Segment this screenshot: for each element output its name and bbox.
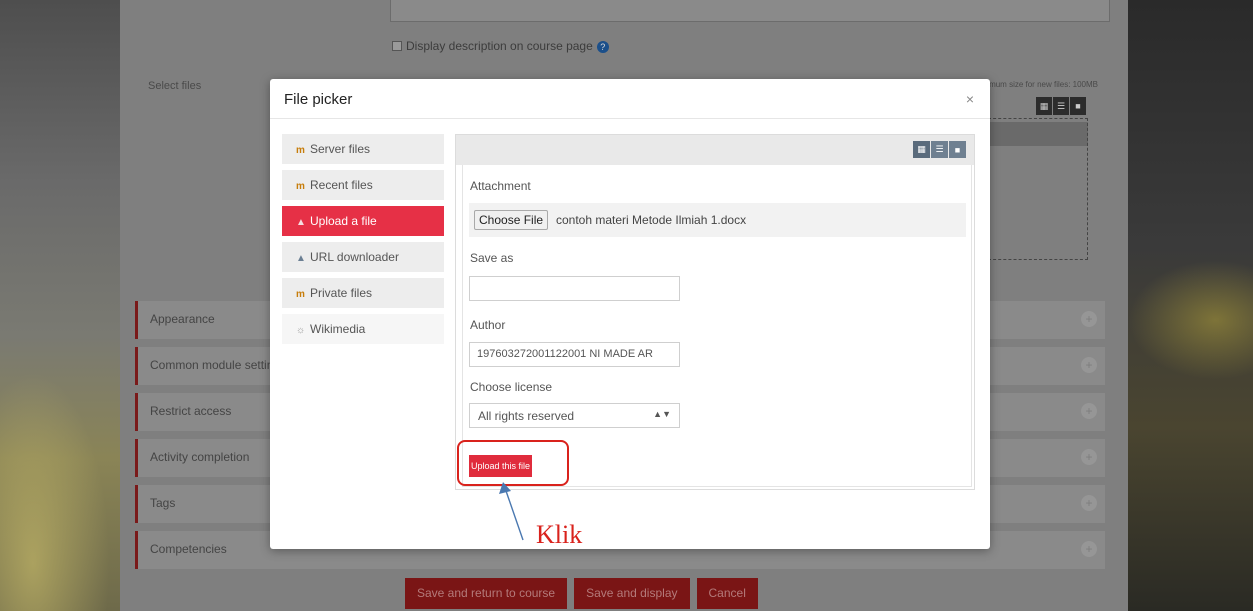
license-selected-value: All rights reserved: [478, 409, 575, 423]
max-size-text: Maximum size for new files: 100MB: [972, 80, 1098, 89]
annotation-highlight-box: [457, 440, 569, 486]
repo-label: Upload a file: [310, 214, 377, 228]
moodle-icon: m: [296, 181, 305, 192]
repo-private-files[interactable]: m Private files: [282, 278, 444, 308]
wikimedia-icon: ☼: [296, 325, 306, 336]
form-actions: Save and return to course Save and displ…: [405, 578, 758, 609]
folder-view-icon[interactable]: ■: [949, 141, 966, 158]
repo-recent-files[interactable]: m Recent files: [282, 170, 444, 200]
chevron-updown-icon: ▲▼: [653, 409, 671, 419]
close-icon[interactable]: ×: [966, 91, 974, 107]
list-view-icon[interactable]: ☰: [931, 141, 948, 158]
expand-icon: +: [1081, 495, 1097, 511]
repository-list: m Server files m Recent files ▲ Upload a fi…: [282, 134, 444, 350]
background-photo-right: [1128, 0, 1253, 611]
repo-label: URL downloader: [310, 250, 399, 264]
upload-form: Attachment Choose File contoh materi Met…: [462, 165, 972, 487]
dialog-header: File picker: [270, 79, 990, 119]
description-textarea: [390, 0, 1110, 22]
file-input-row: Choose File contoh materi Metode Ilmiah …: [469, 203, 966, 237]
upload-panel: ▦ ☰ ■ Attachment Choose File contoh mate…: [455, 134, 975, 490]
filemanager-view-buttons: ▦ ☰ ■: [1036, 97, 1086, 115]
repo-label: Server files: [310, 142, 371, 156]
annotation-arrow-icon: [499, 482, 524, 541]
moodle-icon: m: [296, 145, 305, 156]
choose-file-button[interactable]: Choose File: [474, 210, 549, 230]
icons-view-icon[interactable]: ▦: [913, 141, 930, 158]
annotation-label: Klik: [536, 520, 583, 549]
list-view-icon: ☰: [1053, 97, 1069, 115]
expand-icon: +: [1081, 541, 1097, 557]
expand-icon: +: [1081, 357, 1097, 373]
save-display-button: Save and display: [574, 578, 690, 609]
panel-toolbar: ▦ ☰ ■: [456, 135, 974, 165]
section-label: Common module settings: [150, 358, 287, 372]
license-select[interactable]: All rights reserved ▲▼: [469, 403, 680, 428]
save-as-input[interactable]: [469, 276, 680, 301]
author-input[interactable]: 197603272001122001 NI MADE AR: [469, 342, 680, 367]
section-label: Restrict access: [150, 404, 232, 418]
expand-icon: +: [1081, 311, 1097, 327]
file-picker-dialog: File picker × m Server files m Recent file…: [270, 79, 990, 549]
section-label: Appearance: [150, 312, 215, 326]
repo-label: Private files: [310, 286, 373, 300]
save-return-button: Save and return to course: [405, 578, 568, 609]
repo-label: Recent files: [310, 178, 373, 192]
repo-url-downloader[interactable]: ▲ URL downloader: [282, 242, 444, 272]
checkbox: [392, 41, 402, 51]
upload-icon: ▲: [296, 217, 306, 228]
select-files-label: Select files: [148, 80, 202, 92]
url-icon: ▲: [296, 253, 306, 264]
section-label: Competencies: [150, 542, 227, 556]
repo-wikimedia[interactable]: ☼ Wikimedia: [282, 314, 444, 344]
repo-label: Wikimedia: [310, 322, 366, 336]
icons-view-icon: ▦: [1036, 97, 1052, 115]
view-switcher: ▦ ☰ ■: [913, 141, 966, 158]
expand-icon: +: [1081, 449, 1097, 465]
folder-icon: ■: [1070, 97, 1086, 115]
license-label: Choose license: [470, 380, 553, 394]
save-as-label: Save as: [470, 251, 514, 265]
repo-upload-file[interactable]: ▲ Upload a file: [282, 206, 444, 236]
chosen-file-name: contoh materi Metode Ilmiah 1.docx: [556, 213, 747, 227]
cancel-button: Cancel: [696, 578, 758, 609]
author-label: Author: [470, 318, 506, 332]
filemanager-dropzone: [988, 118, 1088, 260]
repo-server-files[interactable]: m Server files: [282, 134, 444, 164]
moodle-icon: m: [296, 289, 305, 300]
dialog-title: File picker: [284, 91, 353, 108]
display-description-option: Display description on course page?: [392, 39, 609, 53]
expand-icon: +: [1081, 403, 1097, 419]
attachment-label: Attachment: [470, 179, 531, 193]
help-icon: ?: [596, 41, 609, 53]
display-description-label: Display description on course page: [406, 39, 593, 53]
background-photo-left: [0, 0, 120, 611]
section-label: Activity completion: [150, 450, 250, 464]
section-label: Tags: [150, 496, 176, 510]
